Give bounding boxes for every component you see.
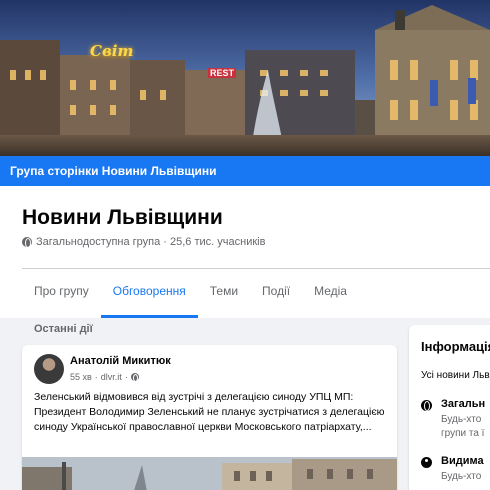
cover-sign-rest: REST [208, 68, 237, 78]
avatar[interactable] [34, 354, 64, 384]
info-row-sub-line: групи та ї [441, 428, 485, 439]
group-tabs: Про групу Обговорення Теми Події Медіа [22, 270, 359, 318]
header-divider [22, 268, 490, 269]
post-card: Анатолій Микитюк 55 хв · dlvr.it · Зелен… [22, 345, 397, 490]
info-row-title: Видима [441, 455, 484, 467]
tab-discussion[interactable]: Обговорення [100, 270, 198, 318]
group-meta-text: Загальнодоступна група · 25,6 тис. учасн… [36, 236, 266, 248]
meta-separator: · [124, 372, 128, 382]
info-description: Усі новини Льв [421, 370, 490, 381]
info-row-title: Загальн [441, 398, 486, 410]
post-image[interactable] [22, 457, 397, 490]
tab-events[interactable]: Події [250, 270, 302, 318]
meta-separator: · [94, 372, 98, 382]
info-title: Інформація [421, 339, 490, 354]
post-meta: 55 хв · dlvr.it · [70, 372, 139, 382]
group-header: Новини Львівщини Загальнодоступна група … [0, 186, 490, 318]
post-source[interactable]: dlvr.it [101, 372, 122, 382]
eye-icon [421, 457, 432, 468]
post-time[interactable]: 55 хв [70, 372, 92, 382]
info-row-sub-line: Будь-хто [441, 414, 482, 425]
tab-media[interactable]: Медіа [302, 270, 359, 318]
info-row-sub: Будь-хто [441, 471, 482, 482]
recent-activity-label[interactable]: Останні дії [34, 323, 93, 335]
post-text: Зеленський відмовився від зустрічі з дел… [34, 391, 385, 433]
cover-scene [0, 0, 490, 156]
group-page-bar[interactable]: Група сторінки Новини Львівщини [0, 156, 490, 186]
group-title: Новини Львівщини [22, 206, 223, 229]
post-image-scene [22, 457, 397, 490]
cover-sign-svit: Світ [90, 42, 134, 60]
cover-photo: Світ REST [0, 0, 490, 156]
info-row-sub: Будь-хто групи та ї [441, 413, 484, 441]
group-page-bar-label: Група сторінки Новини Львівщини [10, 164, 217, 178]
info-card: Інформація Усі новини Льв Загальн Будь-х… [409, 325, 490, 490]
globe-icon [22, 237, 32, 248]
globe-icon [421, 400, 432, 411]
group-meta: Загальнодоступна група · 25,6 тис. учасн… [22, 236, 265, 248]
tab-about[interactable]: Про групу [22, 270, 101, 318]
post-author[interactable]: Анатолій Микитюк [70, 355, 171, 367]
globe-icon [130, 373, 139, 382]
tab-topics[interactable]: Теми [198, 270, 250, 318]
